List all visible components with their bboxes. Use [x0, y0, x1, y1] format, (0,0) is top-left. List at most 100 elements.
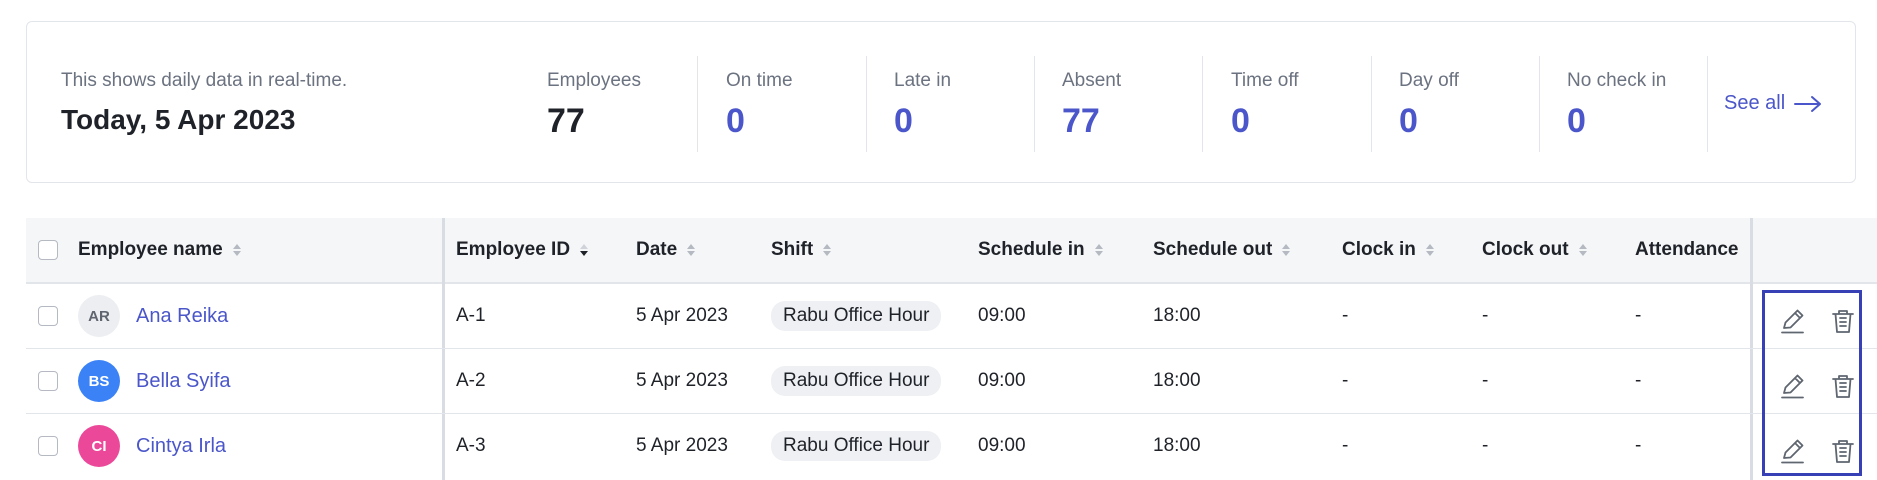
shift-badge: Rabu Office Hour: [771, 366, 942, 396]
stat-late-in[interactable]: Late in 0: [894, 70, 951, 141]
column-schedule-out[interactable]: Schedule out: [1153, 218, 1291, 282]
summary-intro: This shows daily data in real-time. Toda…: [61, 70, 347, 136]
clock-in-cell: -: [1342, 435, 1349, 456]
column-clock-out[interactable]: Clock out: [1482, 218, 1587, 282]
column-label: Employee ID: [456, 239, 571, 260]
employee-id-cell: A-3: [456, 435, 486, 456]
sort-icon: [687, 244, 696, 256]
row-select-cell: [38, 349, 58, 413]
clock-out-cell: -: [1482, 370, 1489, 391]
column-label: Clock in: [1342, 239, 1416, 260]
stat-divider: [1539, 56, 1540, 152]
schedule-in-cell: 09:00: [978, 305, 1026, 326]
column-employee-id[interactable]: Employee ID: [456, 218, 589, 282]
column-label: Schedule in: [978, 239, 1085, 260]
employee-name-link[interactable]: Cintya Irla: [136, 435, 226, 458]
stat-label: Employees: [547, 70, 641, 91]
stat-label: Time off: [1231, 70, 1299, 91]
stat-value: 0: [894, 102, 913, 140]
stat-divider: [1707, 56, 1708, 152]
shift-cell: Rabu Office Hour: [771, 284, 942, 348]
avatar: AR: [78, 295, 120, 337]
schedule-out-cell: 18:00: [1153, 370, 1201, 391]
column-shift[interactable]: Shift: [771, 218, 832, 282]
shift-cell: Rabu Office Hour: [771, 349, 942, 413]
summary-date: Today, 5 Apr 2023: [61, 104, 296, 135]
column-employee-name[interactable]: Employee name: [78, 218, 241, 282]
row-select-cell: [38, 284, 58, 348]
column-label: Date: [636, 239, 678, 260]
employee-name-link[interactable]: Bella Syifa: [136, 370, 231, 393]
stat-label: Day off: [1399, 70, 1459, 91]
column-clock-in[interactable]: Clock in: [1342, 218, 1434, 282]
shift-cell: Rabu Office Hour: [771, 414, 942, 478]
stat-divider: [1202, 56, 1203, 152]
employee-cell: BS Bella Syifa: [78, 349, 231, 413]
row-checkbox[interactable]: [38, 371, 58, 391]
sort-icon: [823, 244, 832, 256]
stat-value: 0: [1231, 102, 1250, 140]
stat-value: 77: [547, 102, 585, 140]
row-checkbox[interactable]: [38, 306, 58, 326]
column-date[interactable]: Date: [636, 218, 696, 282]
stat-on-time[interactable]: On time 0: [726, 70, 793, 141]
clock-in-cell: -: [1342, 305, 1349, 326]
stat-employees: Employees 77: [547, 70, 641, 141]
attendance-summary-card: This shows daily data in real-time. Toda…: [26, 21, 1856, 183]
sort-icon: [232, 244, 241, 256]
schedule-out-cell: 18:00: [1153, 435, 1201, 456]
table-header: Employee name Employee ID Date Shift Sch…: [26, 218, 1877, 284]
trash-icon[interactable]: [1829, 307, 1857, 335]
employee-name-link[interactable]: Ana Reika: [136, 305, 228, 328]
stat-value: 0: [1567, 102, 1586, 140]
arrow-right-icon: [1794, 95, 1822, 112]
schedule-in-cell: 09:00: [978, 370, 1026, 391]
clock-in-cell: -: [1342, 370, 1349, 391]
column-schedule-in[interactable]: Schedule in: [978, 218, 1103, 282]
schedule-in-cell: 09:00: [978, 435, 1026, 456]
avatar: BS: [78, 360, 120, 402]
table-row: CI Cintya Irla A-3 5 Apr 2023 Rabu Offic…: [26, 414, 1877, 479]
column-label: Shift: [771, 239, 814, 260]
stat-label: Absent: [1062, 70, 1122, 91]
trash-icon[interactable]: [1829, 372, 1857, 400]
sort-icon: [1425, 244, 1434, 256]
column-attendance[interactable]: Attendance: [1635, 218, 1738, 282]
column-label: Schedule out: [1153, 239, 1273, 260]
pencil-icon[interactable]: [1779, 307, 1807, 335]
row-checkbox[interactable]: [38, 436, 58, 456]
sort-icon: [1578, 244, 1587, 256]
shift-badge: Rabu Office Hour: [771, 431, 942, 461]
avatar: CI: [78, 425, 120, 467]
stat-time-off[interactable]: Time off 0: [1231, 70, 1299, 141]
shift-badge: Rabu Office Hour: [771, 301, 942, 331]
column-label: Employee name: [78, 239, 223, 260]
attendance-cell: -: [1635, 435, 1642, 456]
date-cell: 5 Apr 2023: [636, 305, 728, 326]
row-actions-highlight: [1762, 290, 1862, 476]
pencil-icon[interactable]: [1779, 372, 1807, 400]
column-label: Clock out: [1482, 239, 1569, 260]
stat-divider: [1371, 56, 1372, 152]
sort-icon: [580, 244, 589, 256]
employee-cell: AR Ana Reika: [78, 284, 228, 348]
table-row: BS Bella Syifa A-2 5 Apr 2023 Rabu Offic…: [26, 349, 1877, 414]
trash-icon[interactable]: [1829, 437, 1857, 465]
sort-icon: [1282, 244, 1291, 256]
stat-label: Late in: [894, 70, 952, 91]
pencil-icon[interactable]: [1779, 437, 1807, 465]
employee-cell: CI Cintya Irla: [78, 414, 226, 478]
stat-day-off[interactable]: Day off 0: [1399, 70, 1459, 141]
stat-divider: [866, 56, 867, 152]
clock-out-cell: -: [1482, 435, 1489, 456]
attendance-cell: -: [1635, 305, 1642, 326]
stat-absent[interactable]: Absent 77: [1062, 70, 1121, 141]
select-all-cell: [38, 218, 58, 282]
date-cell: 5 Apr 2023: [636, 370, 728, 391]
stat-no-check-in[interactable]: No check in 0: [1567, 70, 1666, 141]
row-select-cell: [38, 414, 58, 478]
select-all-checkbox[interactable]: [38, 240, 58, 260]
attendance-cell: -: [1635, 370, 1642, 391]
see-all-link[interactable]: See all: [1724, 92, 1823, 115]
employee-id-cell: A-1: [456, 305, 486, 326]
